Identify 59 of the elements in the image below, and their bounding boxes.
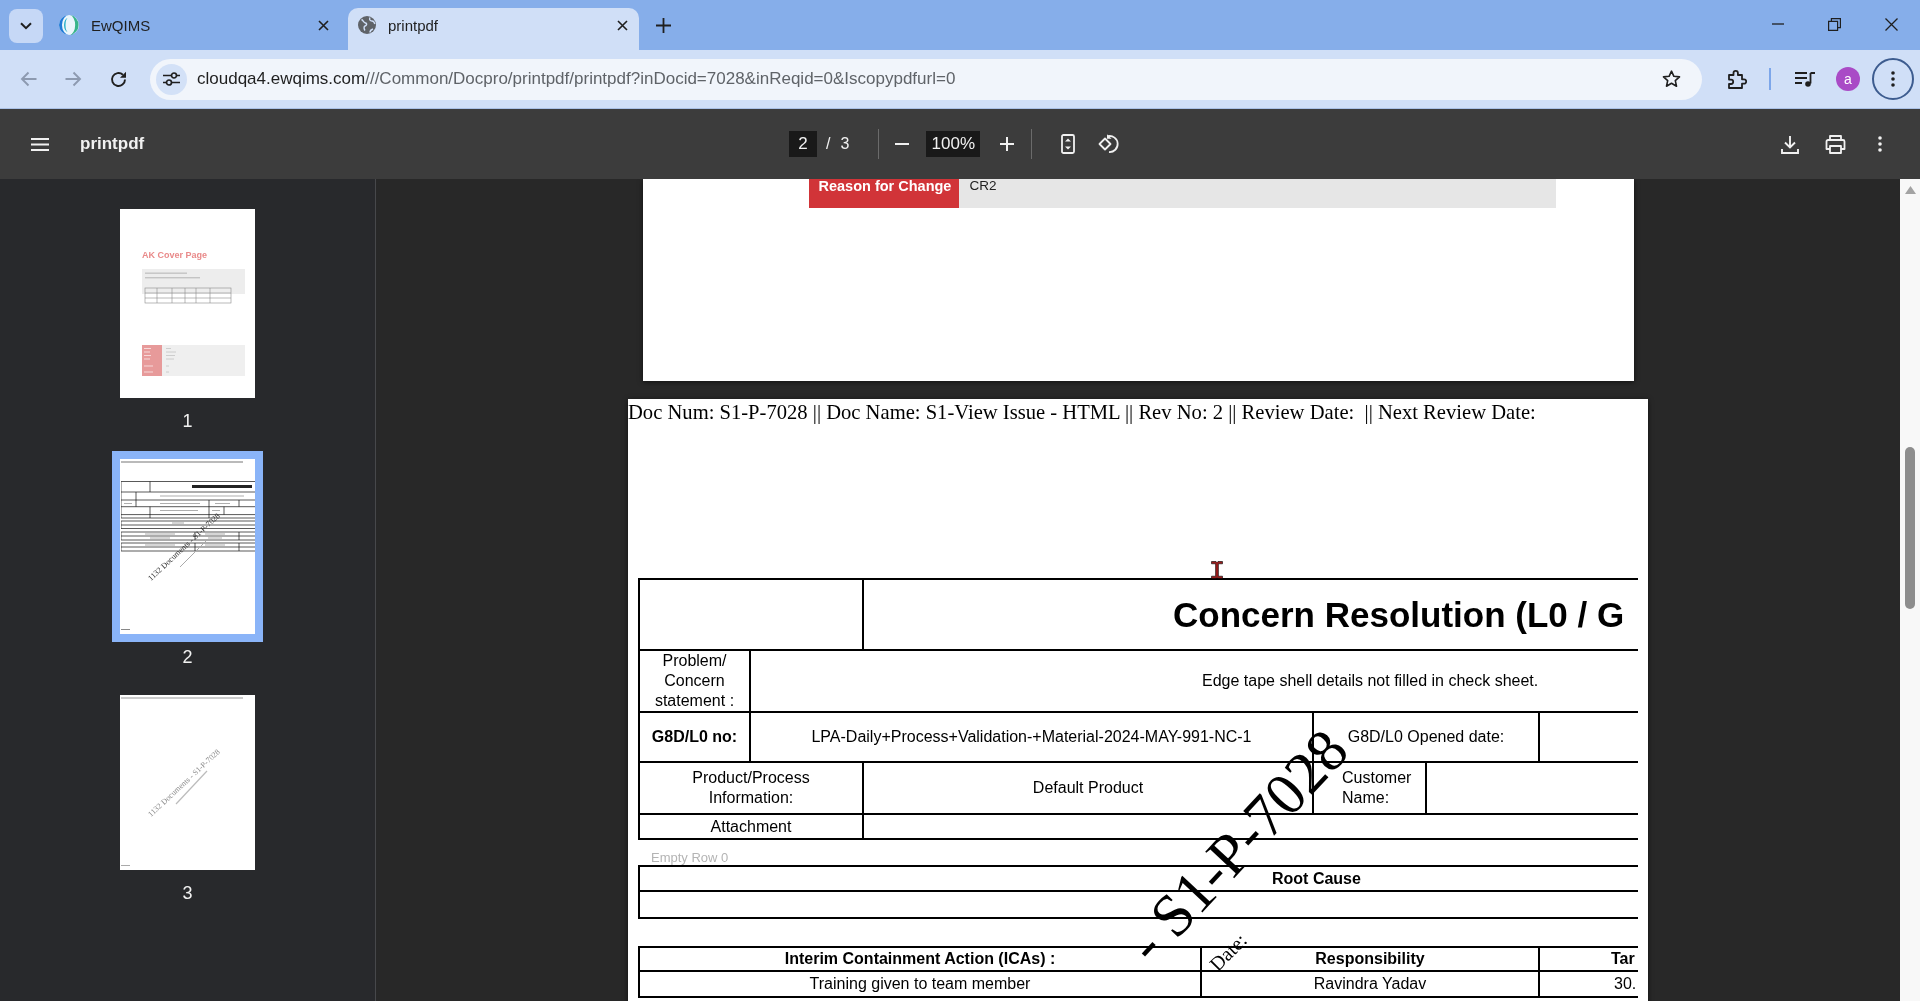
browser-tab[interactable]: printpdf <box>348 8 639 50</box>
scrollbar-thumb[interactable] <box>1905 447 1915 609</box>
page-number-label: 1 <box>182 411 193 431</box>
zoom-level-field[interactable]: 100% <box>926 131 981 157</box>
field-label: Reason for Change <box>808 179 959 208</box>
tab-list-button[interactable] <box>9 9 43 43</box>
print-icon[interactable] <box>1825 134 1846 154</box>
column-header: Responsibility <box>1315 949 1425 969</box>
rotate-icon[interactable] <box>1098 134 1120 154</box>
puzzle-icon[interactable] <box>1727 69 1747 89</box>
table-entry: Training given to team member <box>809 974 1031 994</box>
close-icon[interactable] <box>617 19 628 31</box>
close-icon[interactable] <box>318 19 329 31</box>
document-title: printpdf <box>80 134 145 154</box>
table-entry: Ravindra Yadav <box>1313 974 1427 994</box>
page-separator: / <box>826 135 831 153</box>
browser-tab[interactable]: EwQIMS <box>49 8 340 50</box>
zoom-in-icon[interactable] <box>1000 137 1015 151</box>
column-header: Interim Containment Action (ICAs) : <box>784 949 1056 969</box>
profile-avatar[interactable]: a <box>1836 67 1860 91</box>
more-icon[interactable] <box>1878 136 1882 152</box>
address-bar[interactable]: cloudqa4.ewqims.com///Common/Docpro/printpdf/printpdf?inDocid=7028&inReqid=0&Iscopypdfurl=0 <box>150 58 1702 100</box>
field-label: Attachment <box>710 816 792 837</box>
table-entry: 30. <box>1614 974 1637 994</box>
close-icon[interactable] <box>1885 17 1898 31</box>
url-text[interactable]: cloudqa4.ewqims.com///Common/Docpro/printpdf/printpdf?inDocid=7028&inReqid=0&Iscopypdfurl=0 <box>197 69 956 89</box>
form-title: Concern Resolution (L0 / G <box>1173 594 1625 635</box>
menu-icon[interactable] <box>31 137 49 151</box>
field-value: CR2 <box>958 179 1556 208</box>
download-icon[interactable] <box>1781 134 1799 154</box>
plus-icon[interactable] <box>656 18 671 33</box>
page-number-field[interactable]: 2 <box>789 131 817 157</box>
thumbnail-heading: AK Cover Page <box>142 250 208 261</box>
music-queue-icon[interactable] <box>1795 71 1815 87</box>
minimize-icon[interactable] <box>1771 23 1784 25</box>
document-header-text: Doc Num: S1-P-7028 || Doc Name: S1-View Issue - HTML || Rev No: 2 || Review Date: || Next Review Date: <box>628 401 1537 424</box>
field-value: Default Product <box>1032 778 1144 798</box>
field-label: G8D/L0 no: <box>651 727 738 747</box>
chevron-down-icon <box>20 22 32 30</box>
restore-icon[interactable] <box>1828 17 1841 31</box>
reload-icon[interactable] <box>109 70 127 88</box>
globe-icon <box>358 16 376 34</box>
fit-page-icon[interactable] <box>1061 134 1076 154</box>
browser-menu-button[interactable] <box>1872 58 1914 100</box>
page-number-label: 2 <box>182 647 193 667</box>
more-icon <box>1891 71 1895 87</box>
column-header: Tar <box>1611 949 1635 969</box>
row-note-text: Empty Row 0 <box>651 850 729 865</box>
scrollbar[interactable] <box>1900 179 1920 1001</box>
site-settings-button[interactable] <box>156 63 187 95</box>
field-value: Edge tape shell details not filled in check sheet. <box>1202 671 1539 691</box>
sliders-icon <box>163 72 180 86</box>
page-number-label: 3 <box>182 883 193 903</box>
field-label: Problem/ Concern statement : <box>653 651 736 711</box>
page-count: 3 <box>840 135 850 153</box>
field-label: G8D/L0 Opened date: <box>1347 727 1505 747</box>
app-logo-icon <box>59 15 79 35</box>
star-icon[interactable] <box>1662 70 1681 88</box>
field-label: Product/Process Information: <box>691 768 811 808</box>
